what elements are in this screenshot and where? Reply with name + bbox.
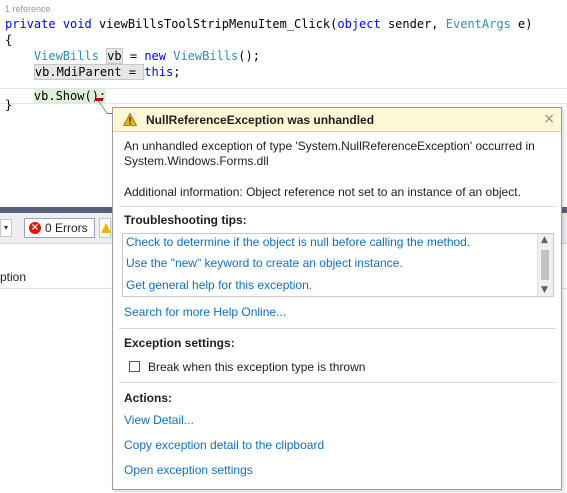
- type-name: EventArgs: [445, 17, 511, 31]
- scroll-down-arrow-icon[interactable]: ▼: [541, 285, 548, 295]
- exception-title-bar: NullReferenceException was unhandled ×: [113, 108, 561, 132]
- error-icon: ×: [29, 222, 41, 234]
- type-name: ViewBills: [173, 49, 239, 63]
- errors-label: 0 Errors: [45, 221, 88, 235]
- tips-scrollbar[interactable]: ▲ ▼: [537, 234, 553, 296]
- exception-title: NullReferenceException was unhandled: [146, 113, 375, 127]
- tip-link[interactable]: Use the "new" keyword to create an objec…: [126, 256, 403, 270]
- code-text: ;: [173, 65, 181, 79]
- keyword: new: [144, 49, 166, 63]
- type-name: ViewBills: [33, 49, 99, 63]
- description-column-header[interactable]: ption: [0, 270, 26, 284]
- warning-icon: [123, 113, 137, 126]
- codelens-references[interactable]: 1 reference: [5, 4, 51, 14]
- tip-link[interactable]: Check to determine if the object is null…: [126, 235, 470, 249]
- search-help-online-link[interactable]: Search for more Help Online...: [124, 305, 286, 319]
- scope-dropdown[interactable]: ▾: [0, 219, 12, 237]
- keyword: object: [337, 17, 381, 31]
- view-detail-link[interactable]: View Detail...: [124, 413, 194, 427]
- code-text: =: [122, 49, 145, 63]
- keyword: this: [144, 65, 174, 79]
- code-line-show[interactable]: vb.Show();: [5, 88, 107, 104]
- errors-filter-button[interactable]: × 0 Errors: [24, 218, 95, 238]
- warnings-filter-button[interactable]: [99, 218, 111, 238]
- code-line-new-viewbills[interactable]: ViewBills vb = new ViewBills();: [5, 48, 260, 64]
- copy-exception-detail-link[interactable]: Copy exception detail to the clipboard: [124, 438, 324, 452]
- close-icon[interactable]: ×: [543, 111, 555, 127]
- keyword: void: [62, 17, 92, 31]
- tip-link[interactable]: Get general help for this exception.: [126, 278, 312, 292]
- close-brace-line[interactable]: }: [5, 97, 12, 113]
- code-text: vb.MdiParent =: [33, 64, 145, 80]
- scroll-thumb[interactable]: [541, 250, 549, 280]
- exception-description: An unhandled exception of type 'System.N…: [124, 139, 535, 168]
- scroll-up-arrow-icon[interactable]: ▲: [541, 235, 548, 245]
- code-line-mdiparent[interactable]: vb.MdiParent = this;: [5, 64, 180, 80]
- method-signature-line[interactable]: private void viewBillsToolStripMenuItem_…: [5, 16, 532, 32]
- exception-additional-info: Additional information: Object reference…: [124, 185, 521, 199]
- exception-settings-heading: Exception settings:: [124, 336, 235, 350]
- param-text: e): [510, 17, 533, 31]
- code-text: ();: [238, 49, 260, 63]
- divider: [119, 382, 555, 383]
- troubleshooting-tips-list[interactable]: Check to determine if the object is null…: [122, 233, 554, 297]
- troubleshooting-heading: Troubleshooting tips:: [124, 213, 247, 227]
- break-when-thrown-checkbox[interactable]: [129, 361, 140, 372]
- exception-helper-popup: NullReferenceException was unhandled × A…: [112, 107, 562, 490]
- break-when-thrown-label[interactable]: Break when this exception type is thrown: [148, 360, 365, 374]
- divider: [119, 328, 555, 329]
- param-text: sender,: [380, 17, 446, 31]
- open-brace-line[interactable]: {: [5, 32, 12, 48]
- actions-heading: Actions:: [124, 391, 172, 405]
- highlighted-variable: vb: [106, 48, 123, 64]
- method-name: viewBillsToolStripMenuItem_Click(: [98, 17, 338, 31]
- divider: [119, 206, 555, 207]
- open-exception-settings-link[interactable]: Open exception settings: [124, 463, 253, 477]
- keyword: private: [5, 17, 56, 31]
